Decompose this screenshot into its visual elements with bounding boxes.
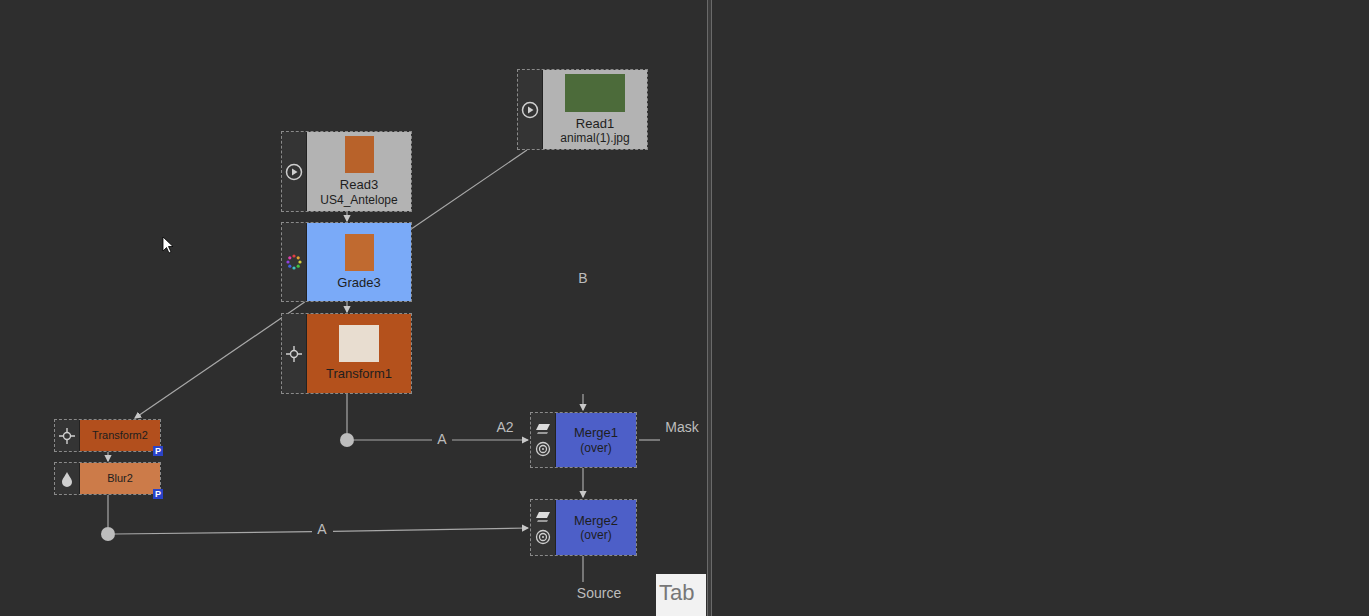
input-label: Mask — [665, 420, 698, 435]
node-body: Read3US4_Antelope — [307, 132, 411, 211]
node-icon-strip — [55, 420, 80, 451]
wire[interactable] — [135, 302, 305, 418]
wire[interactable] — [582, 468, 583, 497]
node-label: Transform1 — [326, 366, 392, 382]
node-label: Read3 — [340, 177, 378, 193]
wire[interactable] — [107, 452, 108, 461]
wire[interactable] — [346, 212, 347, 221]
wire[interactable] — [582, 394, 583, 410]
node-body: Read1animal(1).jpg — [543, 70, 647, 149]
color-wheel-icon — [285, 253, 303, 271]
input-label: A — [317, 522, 326, 537]
graph-node[interactable]: Transform2P — [54, 419, 161, 452]
layers-icon — [535, 423, 551, 435]
wire[interactable] — [354, 439, 432, 440]
wire[interactable] — [452, 439, 528, 440]
node-sublabel: (over) — [580, 441, 611, 455]
layers-icon — [535, 511, 551, 523]
node-label: Merge2 — [574, 513, 618, 529]
node-label: Blur2 — [107, 472, 133, 485]
graph-node[interactable]: Merge2(over) — [530, 499, 637, 556]
node-body: Blur2 — [80, 463, 160, 494]
node-body: Transform1 — [307, 314, 411, 393]
play-icon — [285, 163, 303, 181]
node-label: Merge1 — [574, 425, 618, 441]
node-icon-strip — [282, 223, 307, 301]
wire[interactable] — [115, 532, 312, 534]
node-body: Merge1(over) — [556, 413, 636, 467]
node-thumbnail — [565, 74, 625, 112]
wire[interactable] — [582, 556, 583, 582]
graph-node[interactable]: Blur2P — [54, 462, 161, 495]
node-icon-strip — [531, 413, 556, 467]
node-body: Grade3 — [307, 223, 411, 301]
input-label: Source — [577, 586, 621, 601]
dot-node[interactable] — [340, 433, 354, 447]
wire[interactable] — [639, 439, 660, 440]
wire[interactable] — [333, 528, 528, 531]
node-label: Transform2 — [92, 429, 148, 442]
play-icon — [521, 101, 539, 119]
node-sublabel: (over) — [580, 528, 611, 542]
transform-icon — [285, 345, 303, 363]
node-icon-strip — [55, 463, 80, 494]
input-label: B — [578, 271, 587, 286]
wire[interactable] — [346, 394, 347, 433]
panel-divider[interactable] — [707, 0, 712, 616]
graph-node[interactable]: Transform1 — [281, 313, 412, 394]
node-icon-strip — [531, 500, 556, 555]
wire[interactable] — [412, 150, 527, 229]
swirl-icon — [535, 441, 551, 457]
mouse-cursor-icon — [162, 236, 174, 254]
node-graph[interactable]: B A2 A Mask A Source Read1animal(1).jpg Read3US… — [0, 0, 1369, 616]
node-body: Merge2(over) — [556, 500, 636, 555]
wire[interactable] — [107, 495, 108, 527]
node-badge: P — [153, 446, 163, 456]
tab-hint: Tab — [656, 574, 706, 616]
node-label: Read1 — [576, 116, 614, 132]
swirl-icon — [535, 529, 551, 545]
graph-node[interactable]: Read1animal(1).jpg — [517, 69, 648, 150]
graph-node[interactable]: Grade3 — [281, 222, 412, 302]
node-sublabel: animal(1).jpg — [560, 131, 629, 145]
input-label: A2 — [496, 420, 513, 435]
graph-node[interactable]: Read3US4_Antelope — [281, 131, 412, 212]
node-thumbnail — [345, 136, 374, 173]
wire-layer — [0, 0, 1369, 616]
node-thumbnail — [345, 234, 374, 271]
node-badge: P — [153, 489, 163, 499]
node-label: Grade3 — [337, 275, 380, 291]
wire[interactable] — [346, 302, 347, 312]
node-body: Transform2 — [80, 420, 160, 451]
node-thumbnail — [339, 325, 379, 362]
graph-node[interactable]: Merge1(over) — [530, 412, 637, 468]
node-icon-strip — [282, 314, 307, 393]
transform-icon — [58, 427, 76, 445]
node-icon-strip — [282, 132, 307, 211]
dot-node[interactable] — [101, 527, 115, 541]
input-label: A — [437, 432, 446, 447]
droplet-icon — [60, 471, 74, 487]
node-icon-strip — [518, 70, 543, 149]
node-sublabel: US4_Antelope — [320, 193, 397, 207]
